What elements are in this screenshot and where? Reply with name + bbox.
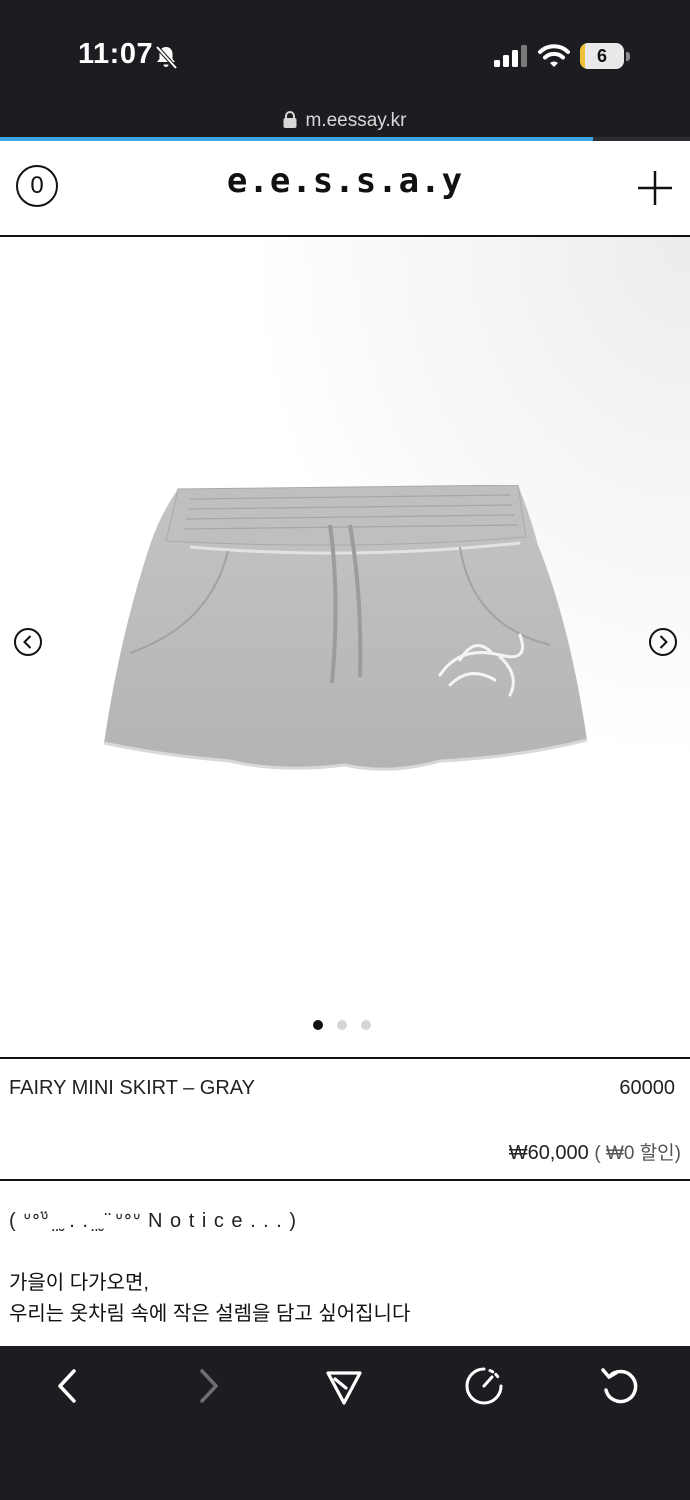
gallery-dot[interactable] [337,1020,347,1030]
product-code: 60000 [619,1077,675,1099]
product-image-gallery[interactable] [0,237,690,1057]
description-line: 가을이 다가오면, [9,1272,149,1294]
discount-amount: ( ₩0 할인) [594,1143,681,1164]
notice-heading: ( ᐡᐤᐡ̈ ̤ ̮ . . ̤ ̮ ̈ ᐡᐤᐡ N o t i c e . .… [9,1210,298,1232]
divider [0,1057,690,1059]
back-icon[interactable] [46,1364,90,1408]
menu-plus-icon[interactable] [637,170,673,206]
bell-muted-icon [155,45,178,70]
wifi-icon [538,44,570,67]
clock: 11:07 [78,38,154,70]
cellular-signal-icon [494,45,527,67]
description-line: 우리는 옷차림 속에 작은 설렘을 담고 싶어집니다 [9,1303,411,1325]
speed-icon[interactable] [462,1364,506,1408]
battery-level: 6 [596,46,607,66]
battery-indicator: 6 [580,43,630,69]
reload-icon[interactable] [598,1364,642,1408]
share-icon[interactable] [322,1364,366,1408]
product-image [103,485,588,771]
previous-image-arrow-icon[interactable] [13,627,43,657]
site-header: 0 e.e.s.s.a.y [0,141,690,237]
status-bar: 11:07 6 m.eessay.kr [0,0,690,137]
next-image-arrow-icon[interactable] [648,627,678,657]
lock-icon [283,111,297,128]
site-logo[interactable]: e.e.s.s.a.y [0,161,690,201]
product-name: FAIRY MINI SKIRT – GRAY [9,1077,256,1099]
url-text: m.eessay.kr [305,110,407,131]
gallery-dot[interactable] [313,1020,323,1030]
address-bar[interactable]: m.eessay.kr [0,110,690,132]
product-price: ₩60,000 ( ₩0 할인) [509,1138,681,1165]
gallery-pagination[interactable] [313,1020,383,1032]
browser-toolbar [0,1346,690,1500]
product-description: 가을이 다가오면, 우리는 옷차림 속에 작은 설렘을 담고 싶어집니다 [9,1268,410,1330]
divider [0,1179,690,1181]
price-value: ₩60,000 [508,1142,589,1164]
forward-icon[interactable] [186,1364,230,1408]
gallery-dot[interactable] [361,1020,371,1030]
